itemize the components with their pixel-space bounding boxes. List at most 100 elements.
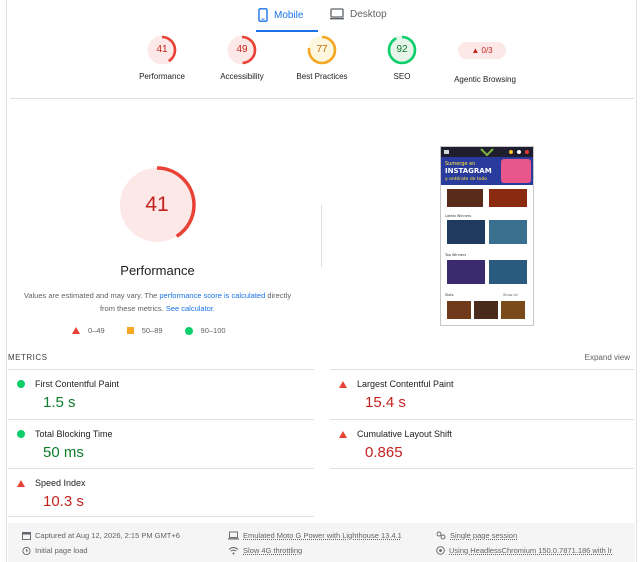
gauge-performance[interactable]: 41 Performance	[117, 34, 207, 81]
performance-score-link[interactable]: performance score is calculated	[159, 291, 265, 300]
agentic-browsing-label: Agentic Browsing	[454, 75, 516, 84]
legend-fail-label: 0–49	[88, 326, 105, 335]
metric-value: 10.3 s	[43, 493, 84, 510]
mobile-icon	[258, 8, 268, 22]
square-icon	[126, 327, 134, 334]
network-throttling[interactable]: Slow 4G throttling	[228, 546, 302, 555]
svg-text:Top Winners: Top Winners	[444, 253, 466, 257]
metric-divider	[330, 468, 634, 469]
metric-divider	[8, 468, 314, 469]
gauge-label: SEO	[393, 72, 411, 81]
expand-view-toggle[interactable]: Expand view	[585, 353, 630, 362]
metric-value: 50 ms	[43, 444, 84, 461]
metric-name: Cumulative Layout Shift	[357, 429, 453, 439]
performance-score: 41	[145, 193, 169, 216]
gauge-ring: 92	[386, 34, 418, 66]
legend-fail: 0–49	[72, 326, 105, 335]
gauge-score: 77	[316, 44, 328, 55]
runtime-settings-footer: Captured at Aug 12, 2026, 2:15 PM GMT+6 …	[8, 523, 635, 562]
metric-first-contentful-paint: First Contentful Paint 1.5 s	[17, 379, 119, 411]
metric-name: Total Blocking Time	[35, 429, 113, 439]
desktop-icon	[330, 8, 344, 20]
category-gauges: 41 Performance 49 Accessibility 77 Best …	[0, 32, 643, 92]
gauge-score: 92	[396, 44, 408, 55]
fail-triangle-icon	[17, 479, 25, 487]
metric-cumulative-layout-shift: Cumulative Layout Shift 0.865	[339, 429, 452, 461]
performance-description: Values are estimated and may vary. The p…	[20, 289, 295, 315]
timer-icon	[22, 546, 31, 555]
desc-text-1: Values are estimated and may vary. The	[23, 291, 160, 300]
wifi-icon	[228, 547, 239, 555]
tab-mobile[interactable]: Mobile	[258, 8, 303, 22]
browser-version-text: Using HeadlessChromium 150.0.7871.186 wi…	[449, 546, 613, 555]
final-screenshot-thumbnail[interactable]: Sumerge en INSTAGRAM y entérate de todo …	[440, 146, 534, 326]
laptop-icon	[228, 531, 239, 540]
browser-version[interactable]: Using HeadlessChromium 150.0.7871.186 wi…	[436, 546, 612, 555]
metric-divider	[8, 419, 314, 420]
fail-triangle-icon	[339, 430, 347, 438]
metric-value: 1.5 s	[43, 394, 76, 411]
metric-largest-contentful-paint: Largest Contentful Paint 15.4 s	[339, 379, 454, 411]
metric-divider	[330, 369, 634, 370]
pass-circle-icon	[17, 380, 25, 388]
tab-desktop-label: Desktop	[350, 8, 387, 20]
gauge-label: Accessibility	[220, 72, 264, 81]
circle-icon	[184, 326, 193, 335]
device-tabs: Mobile Desktop	[0, 0, 643, 33]
calendar-icon	[22, 532, 31, 540]
gauge-label: Best Practices	[296, 72, 348, 81]
network-throttling-text: Slow 4G throttling	[243, 546, 303, 555]
svg-text:Latest Winners: Latest Winners	[445, 214, 471, 218]
triangle-icon	[72, 327, 80, 334]
svg-text:y entérate de todo: y entérate de todo	[445, 175, 487, 182]
captured-at-text: Captured at Aug 12, 2026, 2:15 PM GMT+6	[35, 531, 180, 540]
metric-name: First Contentful Paint	[35, 379, 120, 389]
session-type-text: Single page session	[450, 531, 518, 540]
tab-desktop[interactable]: Desktop	[330, 8, 387, 20]
initial-page-load: Initial page load	[22, 546, 88, 555]
session-icon	[436, 531, 446, 540]
metrics-header: METRICS	[8, 353, 48, 362]
svg-text:Show all: Show all	[503, 293, 518, 297]
gauge-best-practices[interactable]: 77 Best Practices	[277, 34, 367, 81]
score-legend: 0–49 50–89 90–100	[72, 326, 226, 335]
performance-big-gauge: 41	[117, 165, 197, 245]
gauge-accessibility[interactable]: 49 Accessibility	[197, 34, 287, 81]
initial-page-load-text: Initial page load	[35, 546, 88, 555]
metric-divider	[330, 419, 634, 420]
legend-average-label: 50–89	[141, 326, 163, 335]
metric-value: 0.865	[365, 444, 403, 461]
gauge-score: 41	[156, 44, 168, 55]
browser-icon	[436, 546, 445, 555]
captured-at: Captured at Aug 12, 2026, 2:15 PM GMT+6	[22, 531, 180, 540]
performance-title: Performance	[120, 263, 195, 278]
session-type[interactable]: Single page session	[436, 531, 517, 540]
gauge-ring: 77	[306, 34, 338, 66]
gauge-ring: 41	[146, 34, 178, 66]
legend-pass-label: 90–100	[200, 326, 226, 335]
legend-average: 50–89	[126, 326, 163, 335]
metric-name: Largest Contentful Paint	[357, 379, 454, 389]
svg-text:INSTAGRAM: INSTAGRAM	[445, 167, 492, 175]
metric-value: 15.4 s	[365, 394, 406, 411]
metric-divider	[8, 516, 314, 517]
metric-speed-index: Speed Index 10.3 s	[17, 478, 86, 510]
gauge-ring: 49	[226, 34, 258, 66]
gauge-seo[interactable]: 92 SEO	[357, 34, 447, 81]
calculator-link[interactable]: See calculator.	[166, 304, 215, 313]
gauge-label: Performance	[139, 72, 185, 81]
emulated-device-text: Emulated Moto G Power with Lighthouse 13…	[243, 531, 402, 540]
section-divider	[10, 98, 634, 99]
metric-total-blocking-time: Total Blocking Time 50 ms	[17, 429, 113, 461]
agentic-browsing-badge[interactable]: ▲ 0/3	[458, 42, 506, 59]
gauge-score: 49	[236, 44, 248, 55]
svg-text:Slots: Slots	[445, 293, 454, 297]
tab-mobile-label: Mobile	[274, 9, 304, 21]
fail-triangle-icon	[339, 380, 347, 388]
legend-pass: 90–100	[184, 326, 226, 335]
vertical-separator	[321, 205, 322, 267]
pass-circle-icon	[17, 430, 25, 438]
metric-divider	[8, 369, 314, 370]
emulated-device[interactable]: Emulated Moto G Power with Lighthouse 13…	[228, 531, 402, 540]
metric-name: Speed Index	[35, 478, 86, 488]
